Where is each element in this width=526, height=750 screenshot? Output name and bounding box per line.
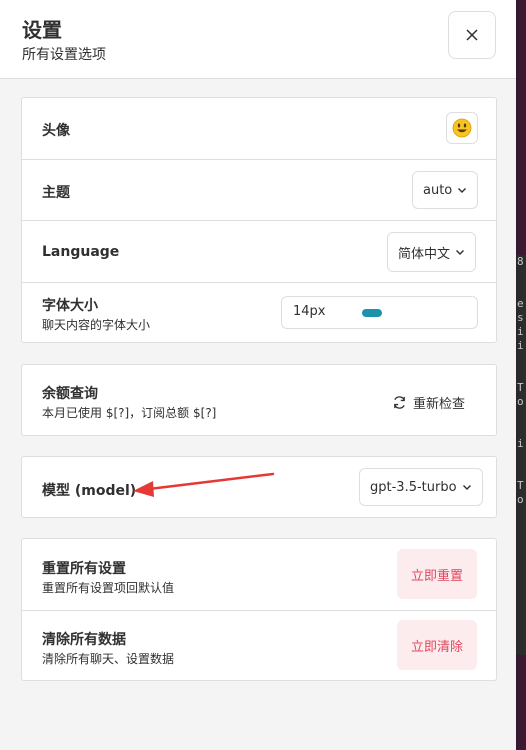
- language-label: Language: [42, 244, 120, 260]
- terminal-line: T: [517, 381, 524, 394]
- terminal-line: o: [517, 493, 524, 506]
- settings-header: 设置 所有设置选项: [0, 0, 516, 79]
- recheck-button[interactable]: 重新检查: [392, 393, 465, 412]
- font-size-label: 字体大小: [42, 298, 98, 314]
- danger-card: 重置所有设置 重置所有设置项回默认值 立即重置 清除所有数据 清除所有聊天、设置…: [21, 538, 497, 681]
- model-select[interactable]: gpt-3.5-turbo: [359, 468, 483, 506]
- slider-thumb[interactable]: [362, 309, 382, 317]
- chevron-down-icon: [456, 250, 465, 255]
- clear-description: 清除所有聊天、设置数据: [42, 652, 175, 666]
- background-terminal: 8 esii To i To: [516, 255, 526, 655]
- clear-button[interactable]: 立即清除: [397, 620, 477, 670]
- general-settings-card: 头像 主题 auto Language 简体中文 字体大小 聊天内容的字体大小 …: [21, 97, 497, 343]
- balance-description: 本月已使用 $[?]，订阅总额 $[?]: [42, 406, 217, 420]
- theme-row: 主题 auto: [22, 159, 496, 220]
- terminal-line: i: [517, 437, 524, 450]
- annotation-arrow: [133, 472, 275, 497]
- avatar-label: 头像: [42, 123, 70, 139]
- reset-button[interactable]: 立即重置: [397, 549, 477, 599]
- theme-label: 主题: [42, 185, 70, 201]
- avatar-row: 头像: [22, 98, 496, 159]
- clear-label: 清除所有数据: [42, 632, 126, 648]
- close-icon: [466, 29, 478, 41]
- settings-panel: 设置 所有设置选项 头像 主题 auto Language 简体中文 字体大小 …: [0, 0, 516, 750]
- avatar-picker-button[interactable]: [446, 112, 478, 144]
- terminal-line: i: [517, 325, 524, 338]
- reset-description: 重置所有设置项回默认值: [42, 581, 175, 595]
- balance-row: 余额查询 本月已使用 $[?]，订阅总额 $[?] 重新检查: [22, 365, 496, 435]
- balance-card: 余额查询 本月已使用 $[?]，订阅总额 $[?] 重新检查: [21, 364, 497, 436]
- terminal-line: i: [517, 339, 524, 352]
- reset-label: 重置所有设置: [42, 561, 126, 577]
- refresh-icon: [394, 396, 405, 409]
- theme-select[interactable]: auto: [412, 171, 479, 209]
- terminal-line: 8: [517, 255, 524, 268]
- chevron-down-icon: [462, 485, 471, 490]
- terminal-line: o: [517, 395, 524, 408]
- chevron-down-icon: [458, 188, 467, 193]
- font-size-row: 字体大小 聊天内容的字体大小 14px: [22, 282, 496, 343]
- model-select-value: gpt-3.5-turbo: [370, 479, 457, 495]
- close-button[interactable]: [448, 11, 496, 59]
- page-title: 设置: [22, 18, 62, 42]
- page-subtitle: 所有设置选项: [22, 47, 106, 63]
- language-row: Language 简体中文: [22, 220, 496, 282]
- balance-label: 余额查询: [42, 386, 98, 402]
- smiley-emoji-icon: [452, 118, 472, 138]
- terminal-line: T: [517, 479, 524, 492]
- reset-row: 重置所有设置 重置所有设置项回默认值 立即重置: [22, 539, 496, 610]
- theme-select-value: auto: [423, 182, 453, 198]
- clear-row: 清除所有数据 清除所有聊天、设置数据 立即清除: [22, 610, 496, 680]
- font-size-value: 14px: [293, 304, 326, 319]
- terminal-line: s: [517, 311, 524, 324]
- font-size-slider[interactable]: 14px: [281, 296, 478, 329]
- language-select-value: 简体中文: [398, 246, 451, 262]
- model-label: 模型 (model): [42, 483, 137, 499]
- font-size-description: 聊天内容的字体大小: [42, 318, 151, 332]
- language-select[interactable]: 简体中文: [387, 232, 477, 272]
- terminal-line: e: [517, 297, 524, 310]
- recheck-label: 重新检查: [413, 397, 466, 412]
